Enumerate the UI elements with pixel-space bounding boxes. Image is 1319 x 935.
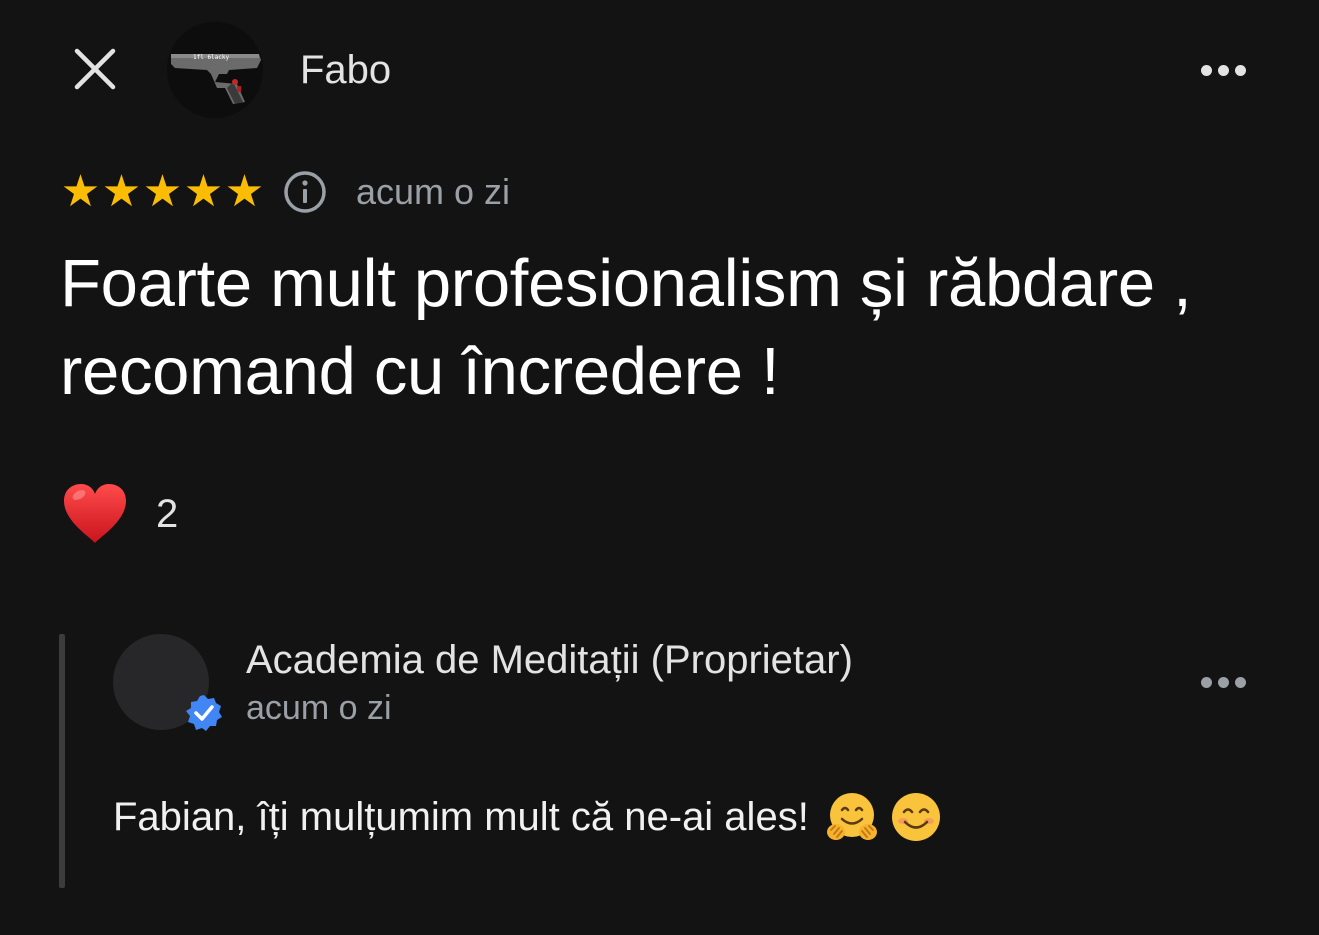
reply-more-options-button[interactable] xyxy=(1193,662,1253,702)
owner-reply-timestamp: acum o zi xyxy=(246,689,392,727)
author-name[interactable]: Fabo xyxy=(300,44,391,96)
review-timestamp: acum o zi xyxy=(356,171,511,212)
star-icon: ★ xyxy=(224,166,265,217)
verified-badge xyxy=(184,693,224,733)
owner-name: Academia de Meditații (Proprietar) xyxy=(246,638,853,682)
close-icon xyxy=(74,48,116,90)
pistol-image-icon: 1fl 6lacky xyxy=(167,22,263,118)
review-text: Foarte mult profesionalism și răbdare , … xyxy=(60,246,1192,409)
reaction-button[interactable]: 2 xyxy=(60,478,178,550)
more-horizontal-icon xyxy=(1200,676,1212,688)
dot xyxy=(1234,64,1246,76)
heart-icon xyxy=(64,484,126,543)
reply-divider xyxy=(59,634,65,888)
author-avatar[interactable]: 1fl 6lacky xyxy=(167,22,263,118)
reaction-count: 2 xyxy=(156,492,179,536)
reply-text-content: Fabian, îți mulțumim mult că ne-ai ales! xyxy=(113,795,809,839)
close-button[interactable] xyxy=(66,40,124,98)
star-icon: ★ xyxy=(60,166,101,217)
star-rating: ★ ★ ★ ★ ★ xyxy=(60,170,265,214)
more-options-button[interactable] xyxy=(1193,50,1253,90)
svg-text:1fl 6lacky: 1fl 6lacky xyxy=(193,54,230,61)
dot xyxy=(1234,676,1246,688)
owner-reply-text: Fabian, îți mulțumim mult că ne-ai ales! xyxy=(113,790,943,844)
info-icon xyxy=(284,171,326,213)
hugging-face-icon xyxy=(826,793,877,840)
verified-icon xyxy=(186,695,222,731)
dot xyxy=(1217,64,1229,76)
smiling-face-icon xyxy=(891,793,940,841)
star-icon: ★ xyxy=(101,166,142,217)
dot xyxy=(1217,676,1229,688)
star-icon: ★ xyxy=(142,166,183,217)
more-horizontal-icon xyxy=(1200,64,1212,76)
info-button[interactable] xyxy=(283,170,327,214)
star-icon: ★ xyxy=(183,166,224,217)
